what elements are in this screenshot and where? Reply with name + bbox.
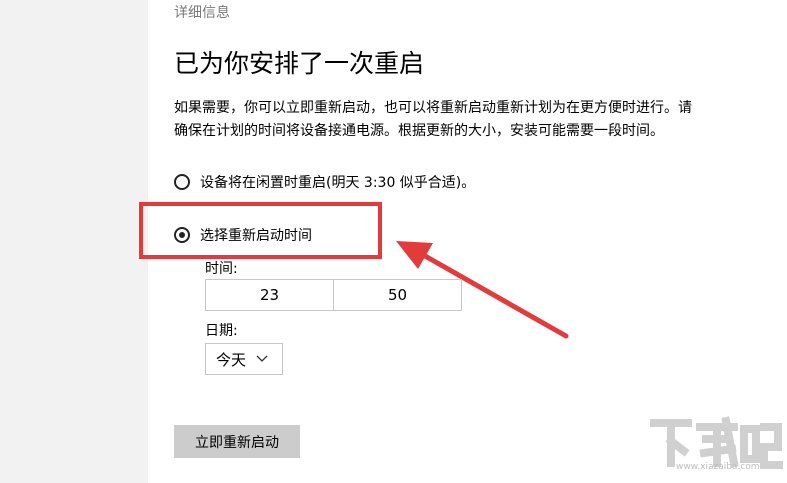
hour-cell[interactable]: 23 xyxy=(206,280,333,310)
section-label: 详细信息 xyxy=(174,5,230,21)
page-title: 已为你安排了一次重启 xyxy=(174,49,425,78)
date-value: 今天 xyxy=(216,350,247,369)
description-line: 如果需要，你可以立即重新启动，也可以将重新启动重新计划为在更方便时进行。请 xyxy=(174,100,692,116)
description-text: 如果需要，你可以立即重新启动，也可以将重新启动重新计划为在更方便时进行。请 确保… xyxy=(174,97,774,143)
left-nav-strip xyxy=(0,0,148,483)
description-line: 确保在计划的时间将设备接通电源。根据更新的大小，安装可能需要一段时间。 xyxy=(174,123,664,139)
chevron-down-icon xyxy=(256,355,268,362)
restart-now-button[interactable]: 立即重新启动 xyxy=(174,425,300,458)
annotation-highlight-box xyxy=(139,202,382,259)
option-restart-when-idle[interactable]: 设备将在闲置时重启(明天 3:30 似乎合适)。 xyxy=(174,172,475,192)
minute-cell[interactable]: 50 xyxy=(333,280,461,310)
option-label: 设备将在闲置时重启(明天 3:30 似乎合适)。 xyxy=(200,175,476,191)
time-label: 时间: xyxy=(205,261,238,277)
time-picker[interactable]: 23 50 xyxy=(205,279,462,311)
watermark-site-text: www.xiazaiba.com xyxy=(676,462,760,472)
radio-unchecked-icon[interactable] xyxy=(174,174,190,190)
date-label: 日期: xyxy=(205,323,238,339)
date-dropdown[interactable]: 今天 xyxy=(205,343,283,375)
